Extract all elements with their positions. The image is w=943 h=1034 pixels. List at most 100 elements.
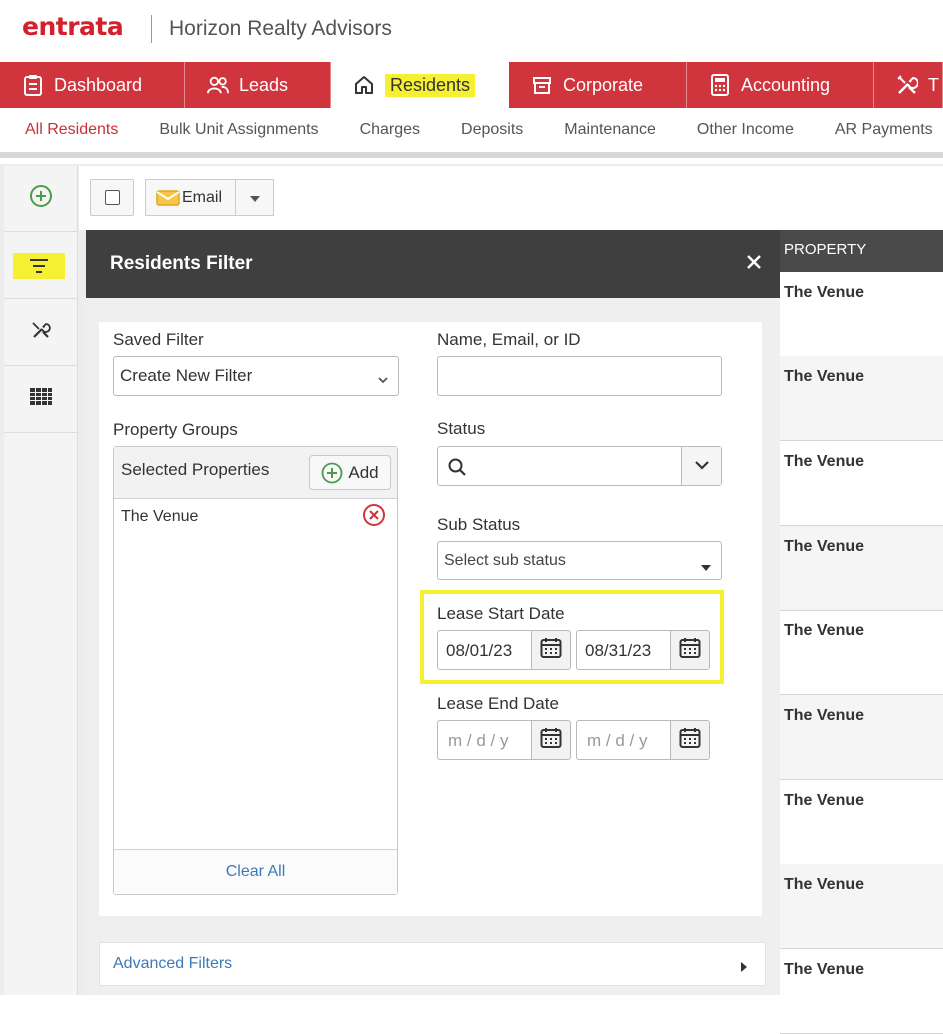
checkbox-square bbox=[104, 190, 120, 205]
search-icon bbox=[448, 458, 466, 481]
filter-icon bbox=[13, 252, 65, 279]
subnav-bulk-unit-assignments[interactable]: Bulk Unit Assignments bbox=[159, 121, 318, 139]
lease-end-to-placeholder: m / d / y bbox=[587, 731, 648, 750]
select-all-checkbox[interactable] bbox=[90, 179, 134, 216]
table-row[interactable]: The Venue bbox=[780, 526, 943, 611]
lease-end-from-input[interactable]: m / d / y bbox=[437, 720, 533, 760]
caret-down-icon bbox=[701, 558, 711, 576]
wrench-icon bbox=[31, 320, 51, 345]
lease-start-label: Lease Start Date bbox=[437, 604, 565, 623]
sub-status-label: Sub Status bbox=[437, 515, 521, 534]
chevron-down-icon bbox=[378, 371, 388, 389]
subnav-deposits[interactable]: Deposits bbox=[461, 121, 523, 139]
calendar-icon bbox=[679, 637, 701, 664]
panel-title: Residents Filter bbox=[110, 253, 253, 274]
calculator-icon bbox=[709, 74, 731, 96]
entrata-logo[interactable]: entrata bbox=[22, 12, 124, 41]
tab-corporate[interactable]: Corporate bbox=[509, 62, 687, 108]
saved-filter-value: Create New Filter bbox=[120, 366, 253, 385]
table-row[interactable]: The Venue bbox=[780, 864, 943, 949]
subnav-all-residents[interactable]: All Residents bbox=[25, 121, 118, 139]
lease-start-from-calendar-button[interactable] bbox=[531, 630, 571, 670]
subnav-maintenance[interactable]: Maintenance bbox=[564, 121, 656, 139]
email-button[interactable]: Email bbox=[145, 179, 236, 216]
property-groups-label: Property Groups bbox=[113, 420, 238, 439]
status-select[interactable] bbox=[437, 446, 722, 486]
selected-properties-label: Selected Properties bbox=[121, 460, 270, 479]
remove-circle-icon[interactable] bbox=[362, 503, 386, 532]
lease-start-to-value: 08/31/23 bbox=[585, 641, 652, 660]
tools-icon bbox=[896, 74, 918, 96]
filter-panel-header: Residents Filter bbox=[86, 230, 780, 298]
lease-start-to-calendar-button[interactable] bbox=[670, 630, 710, 670]
home-icon bbox=[353, 74, 375, 96]
property-name: The Venue bbox=[121, 508, 199, 525]
lease-end-from-placeholder: m / d / y bbox=[448, 731, 509, 750]
rail-filter-button[interactable] bbox=[4, 233, 78, 299]
box-icon bbox=[531, 74, 553, 96]
tab-leads[interactable]: Leads bbox=[185, 62, 331, 108]
chevron-down-icon bbox=[694, 457, 709, 475]
rail-add-button[interactable] bbox=[4, 166, 78, 232]
clear-all-button[interactable]: Clear All bbox=[114, 849, 397, 894]
name-email-id-label: Name, Email, or ID bbox=[437, 330, 581, 349]
tab-label: Corporate bbox=[563, 74, 644, 95]
lease-start-from-input[interactable]: 08/01/23 bbox=[437, 630, 533, 670]
app-header: entrata Horizon Realty Advisors bbox=[0, 0, 943, 62]
main-nav: Dashboard Leads Residents Corporate Acco… bbox=[0, 62, 943, 108]
tab-label: Accounting bbox=[741, 74, 831, 95]
column-header-property[interactable]: PROPERTY bbox=[780, 230, 943, 272]
subnav-other-income[interactable]: Other Income bbox=[697, 121, 794, 139]
rail-columns-button[interactable] bbox=[4, 367, 78, 433]
left-rail bbox=[4, 166, 78, 995]
table-row[interactable]: The Venue bbox=[780, 949, 943, 1034]
plus-circle-icon bbox=[29, 184, 53, 213]
lease-end-from-calendar-button[interactable] bbox=[531, 720, 571, 760]
table-row[interactable]: The Venue bbox=[780, 441, 943, 526]
lease-start-from-value: 08/01/23 bbox=[446, 641, 513, 660]
property-list-item: The Venue bbox=[121, 504, 391, 532]
saved-filter-select[interactable]: Create New Filter bbox=[113, 356, 399, 396]
email-button-label: Email bbox=[182, 188, 223, 206]
tab-label: T bbox=[928, 74, 939, 95]
table-row[interactable]: The Venue bbox=[780, 780, 943, 865]
advanced-filters-label: Advanced Filters bbox=[113, 955, 233, 972]
caret-right-icon bbox=[741, 959, 747, 977]
sub-status-select[interactable]: Select sub status bbox=[437, 541, 722, 580]
status-label: Status bbox=[437, 419, 486, 438]
calendar-icon bbox=[540, 637, 562, 664]
subnav-charges[interactable]: Charges bbox=[360, 121, 420, 139]
close-icon[interactable] bbox=[744, 252, 764, 272]
calendar-icon bbox=[540, 727, 562, 754]
lease-end-to-input[interactable]: m / d / y bbox=[576, 720, 672, 760]
tab-label: Leads bbox=[239, 74, 289, 95]
calendar-icon bbox=[679, 727, 701, 754]
tab-dashboard[interactable]: Dashboard bbox=[0, 62, 185, 108]
plus-circle-icon bbox=[321, 462, 343, 484]
tab-label: Residents bbox=[385, 73, 476, 97]
subnav-ar-payments[interactable]: AR Payments bbox=[835, 121, 933, 139]
add-button-label: Add bbox=[348, 462, 379, 482]
table-row[interactable]: The Venue bbox=[780, 695, 943, 780]
grid-icon bbox=[29, 387, 53, 412]
tab-residents[interactable]: Residents bbox=[331, 62, 509, 108]
table-row[interactable]: The Venue bbox=[780, 272, 943, 357]
envelope-icon bbox=[156, 189, 180, 207]
saved-filter-label: Saved Filter bbox=[113, 330, 204, 349]
property-groups-header: Selected Properties Add bbox=[114, 447, 397, 499]
advanced-filters-toggle[interactable]: Advanced Filters bbox=[99, 942, 766, 986]
table-row[interactable]: The Venue bbox=[780, 356, 943, 441]
email-dropdown-toggle[interactable] bbox=[236, 179, 274, 216]
lease-end-to-calendar-button[interactable] bbox=[670, 720, 710, 760]
status-dropdown-toggle[interactable] bbox=[681, 447, 721, 485]
rail-tools-button[interactable] bbox=[4, 300, 78, 366]
sub-nav: All Residents Bulk Unit Assignments Char… bbox=[0, 108, 943, 158]
tab-accounting[interactable]: Accounting bbox=[687, 62, 874, 108]
table-row[interactable]: The Venue bbox=[780, 610, 943, 695]
lease-start-to-input[interactable]: 08/31/23 bbox=[576, 630, 672, 670]
name-email-id-input[interactable] bbox=[437, 356, 722, 396]
header-divider bbox=[151, 15, 152, 43]
tab-tools[interactable]: T bbox=[874, 62, 943, 108]
sub-status-placeholder: Select sub status bbox=[444, 552, 566, 569]
add-property-button[interactable]: Add bbox=[309, 455, 391, 490]
